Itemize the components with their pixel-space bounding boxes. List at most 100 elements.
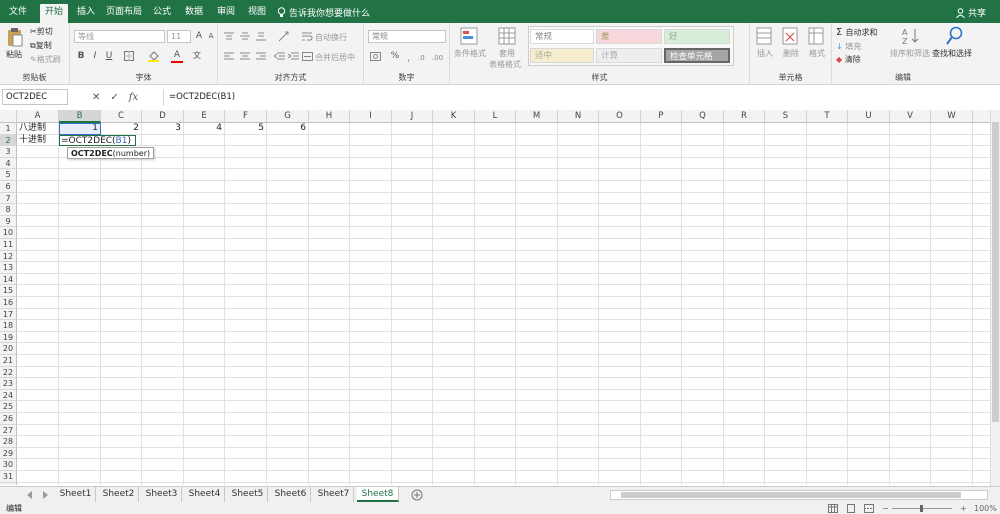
- font-color-button[interactable]: A: [170, 48, 184, 62]
- scroll-left-icon[interactable]: [26, 491, 34, 499]
- cell-g1[interactable]: 6: [267, 123, 306, 134]
- row-header-25[interactable]: 25: [0, 401, 17, 413]
- sheet-tab-sheet1[interactable]: Sheet1: [56, 487, 96, 502]
- wrap-text-icon[interactable]: [302, 32, 313, 41]
- row-header-1[interactable]: 1: [0, 123, 17, 135]
- row-header-8[interactable]: 8: [0, 204, 17, 216]
- vertical-scrollbar[interactable]: [990, 110, 1000, 488]
- autosum-button[interactable]: Σ 自动求和: [836, 27, 878, 38]
- align-right-icon[interactable]: [256, 52, 266, 61]
- sheet-tab-sheet8[interactable]: Sheet8: [357, 487, 399, 502]
- tab-page-layout[interactable]: 页面布局: [104, 4, 144, 23]
- tab-insert[interactable]: 插入: [72, 4, 100, 23]
- insert-cells-icon[interactable]: [756, 27, 772, 45]
- paste-icon[interactable]: [6, 27, 24, 47]
- style-neutral[interactable]: 适中: [530, 48, 594, 63]
- row-header-31[interactable]: 31: [0, 471, 17, 483]
- column-header-h[interactable]: H: [309, 110, 350, 123]
- column-header-d[interactable]: D: [142, 110, 184, 123]
- zoom-in-button[interactable]: +: [960, 503, 967, 514]
- row-header-2[interactable]: 2: [0, 134, 17, 147]
- cell-d1[interactable]: 3: [142, 123, 181, 134]
- align-middle-icon[interactable]: [240, 32, 250, 41]
- sheet-tab-sheet6[interactable]: Sheet6: [271, 487, 311, 502]
- style-check-cell[interactable]: 检查单元格: [664, 48, 730, 63]
- row-header-29[interactable]: 29: [0, 447, 17, 460]
- sheet-tab-sheet2[interactable]: Sheet2: [99, 487, 139, 502]
- cancel-icon[interactable]: ✕: [92, 92, 100, 103]
- find-select-button[interactable]: 查找和选择: [932, 48, 972, 59]
- insert-cells-button[interactable]: 插入: [757, 48, 773, 59]
- column-header-w[interactable]: W: [931, 110, 973, 123]
- worksheet-grid[interactable]: ABCDEFGHIJKLMNOPQRSTUVW 1 2 3 4 5 6 7 8 9 10 11 12 1…: [0, 110, 990, 485]
- paste-button[interactable]: 粘贴: [6, 49, 22, 60]
- select-all-corner[interactable]: [0, 110, 17, 123]
- style-bad[interactable]: 差: [596, 29, 662, 44]
- decrease-decimal-icon[interactable]: .00: [432, 52, 444, 61]
- row-header-12[interactable]: 12: [0, 250, 17, 263]
- tab-home[interactable]: 开始: [40, 4, 68, 23]
- row-header-4[interactable]: 4: [0, 157, 17, 170]
- row-header-24[interactable]: 24: [0, 389, 17, 402]
- cell-a1[interactable]: 八进制: [19, 123, 46, 134]
- tab-formulas[interactable]: 公式: [148, 4, 176, 23]
- delete-cells-icon[interactable]: [782, 27, 798, 45]
- currency-icon[interactable]: [370, 52, 381, 61]
- normal-view-icon[interactable]: [828, 504, 838, 513]
- style-normal[interactable]: 常规: [530, 29, 594, 44]
- align-top-icon[interactable]: [224, 32, 234, 41]
- find-icon[interactable]: [946, 26, 964, 46]
- row-header-27[interactable]: 27: [0, 424, 17, 437]
- cell-f1[interactable]: 5: [225, 123, 264, 134]
- tab-data[interactable]: 数据: [180, 4, 208, 23]
- conditional-format-button[interactable]: 条件格式: [454, 48, 486, 59]
- insert-function-icon[interactable]: fx: [129, 92, 138, 103]
- row-header-3[interactable]: 3: [0, 146, 17, 158]
- vertical-scroll-thumb[interactable]: [992, 122, 999, 422]
- shrink-font-button[interactable]: A: [204, 29, 218, 43]
- wrap-text-button[interactable]: 自动换行: [315, 32, 347, 43]
- sheet-tab-sheet5[interactable]: Sheet5: [228, 487, 268, 502]
- name-box[interactable]: OCT2DEC: [2, 89, 68, 105]
- column-header-b[interactable]: B: [59, 110, 101, 123]
- copy-button[interactable]: ⧉复制: [30, 40, 52, 51]
- share-button[interactable]: 共享: [956, 6, 986, 19]
- percent-button[interactable]: %: [388, 49, 402, 63]
- row-header-9[interactable]: 9: [0, 215, 17, 228]
- zoom-out-button[interactable]: −: [882, 503, 889, 514]
- column-header-e[interactable]: E: [184, 110, 225, 123]
- add-sheet-icon[interactable]: [411, 489, 423, 501]
- underline-button[interactable]: U: [102, 49, 116, 63]
- column-header-t[interactable]: T: [807, 110, 848, 123]
- column-header-s[interactable]: S: [765, 110, 807, 123]
- column-header-u[interactable]: U: [848, 110, 890, 123]
- horizontal-scroll-thumb[interactable]: [621, 492, 961, 498]
- tab-file[interactable]: 文件: [4, 4, 32, 23]
- row-header-18[interactable]: 18: [0, 320, 17, 332]
- row-header-5[interactable]: 5: [0, 169, 17, 181]
- bold-button[interactable]: B: [74, 49, 88, 63]
- row-header-10[interactable]: 10: [0, 227, 17, 239]
- row-header-22[interactable]: 22: [0, 366, 17, 379]
- fill-color-icon[interactable]: [148, 50, 159, 62]
- cut-button[interactable]: ✂剪切: [30, 26, 53, 37]
- formula-input[interactable]: =OCT2DEC(B1): [163, 89, 997, 105]
- align-center-icon[interactable]: [240, 52, 250, 61]
- row-header-7[interactable]: 7: [0, 192, 17, 205]
- row-header-32[interactable]: 32: [0, 482, 17, 485]
- cell-e1[interactable]: 4: [184, 123, 222, 134]
- column-header-o[interactable]: O: [599, 110, 641, 123]
- row-header-17[interactable]: 17: [0, 308, 17, 321]
- zoom-level[interactable]: 100%: [974, 503, 997, 514]
- orientation-icon[interactable]: [278, 31, 290, 42]
- sort-filter-button[interactable]: 排序和筛选: [890, 48, 930, 59]
- sheet-tab-sheet7[interactable]: Sheet7: [314, 487, 354, 502]
- row-header-6[interactable]: 6: [0, 181, 17, 193]
- format-cells-button[interactable]: 格式: [809, 48, 825, 59]
- tab-review[interactable]: 审阅: [212, 4, 240, 23]
- row-header-13[interactable]: 13: [0, 262, 17, 274]
- row-header-30[interactable]: 30: [0, 459, 17, 471]
- page-break-icon[interactable]: [864, 504, 874, 513]
- italic-button[interactable]: I: [88, 49, 102, 63]
- column-header-l[interactable]: L: [475, 110, 516, 123]
